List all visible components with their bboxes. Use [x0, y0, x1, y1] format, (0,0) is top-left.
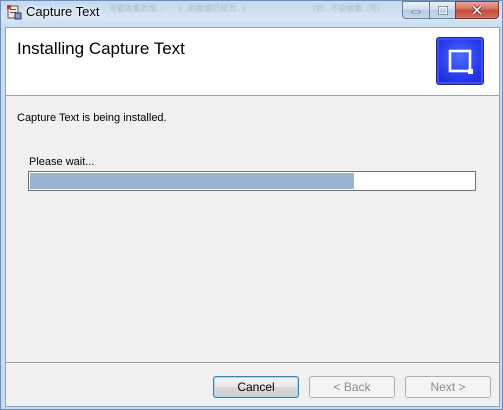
- blurred-background-text: 可能收集的您...: [109, 4, 164, 13]
- crop-square-icon: [448, 49, 473, 74]
- button-separator: [6, 362, 499, 364]
- progress-fill: [30, 173, 354, 189]
- cancel-button[interactable]: Cancel: [213, 376, 299, 398]
- window-title: Capture Text: [26, 4, 100, 19]
- installer-app-icon[interactable]: [6, 4, 22, 20]
- progress-label: Please wait...: [29, 156, 95, 168]
- minimize-button[interactable]: [402, 1, 429, 19]
- header-banner: Installing Capture Text: [6, 28, 499, 96]
- title-bar[interactable]: Capture Text 可能收集的您... (...的数据已经为...) (如…: [1, 1, 503, 25]
- dialog-client-area: Installing Capture Text Capture Text is …: [5, 27, 500, 407]
- close-icon: [471, 5, 483, 15]
- close-button[interactable]: [455, 1, 499, 19]
- caption-buttons: [402, 1, 499, 19]
- minimize-icon: [411, 10, 421, 14]
- maximize-icon: [437, 5, 448, 15]
- next-button[interactable]: Next >: [405, 376, 491, 398]
- blurred-background-text: (...的数据已经为...): [179, 4, 246, 13]
- page-title: Installing Capture Text: [17, 39, 185, 58]
- blurred-background-text: (如...不会收集...可): [313, 4, 380, 13]
- product-logo: [436, 37, 484, 85]
- install-status-text: Capture Text is being installed.: [17, 112, 167, 124]
- installer-window: Capture Text 可能收集的您... (...的数据已经为...) (如…: [0, 0, 503, 410]
- back-button[interactable]: < Back: [309, 376, 395, 398]
- maximize-button[interactable]: [429, 1, 455, 19]
- install-progress-bar: [28, 171, 476, 191]
